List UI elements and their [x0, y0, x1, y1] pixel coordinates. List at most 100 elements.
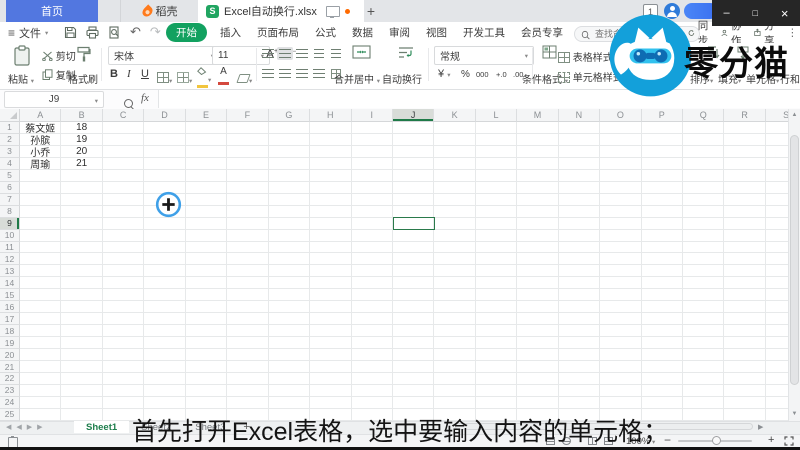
- minimize-button[interactable]: –: [723, 7, 729, 19]
- grid-cell-A22[interactable]: [20, 373, 62, 385]
- grid-cell-I12[interactable]: [351, 253, 393, 266]
- grid-cell-D3[interactable]: [144, 145, 186, 158]
- grid-cell-B12[interactable]: [61, 253, 103, 266]
- grid-cell-N3[interactable]: [558, 145, 601, 158]
- grid-cell-K9[interactable]: [434, 217, 476, 230]
- zoom-in-button[interactable]: +: [768, 434, 774, 446]
- grid-cell-M20[interactable]: [517, 349, 559, 362]
- spreadsheet-grid[interactable]: A B C D E F G H I J K L M N O P Q R S 1 蔡文姬 18 2 孙膑 19 3 小乔 20 4 周瑜 21…: [0, 109, 788, 421]
- grid-cell-N12[interactable]: [558, 253, 601, 266]
- grid-cell-P20[interactable]: [641, 349, 683, 362]
- decrease-indent-button[interactable]: [311, 47, 327, 60]
- grid-cell-S24[interactable]: [765, 397, 788, 409]
- grid-cell-H16[interactable]: [310, 301, 352, 314]
- row-header-17[interactable]: 17: [0, 313, 20, 326]
- grid-cell-M24[interactable]: [517, 396, 559, 409]
- grid-cell-P8[interactable]: [641, 205, 683, 218]
- grid-cell-C7[interactable]: [102, 193, 145, 206]
- grid-cell-A13[interactable]: [20, 265, 62, 278]
- grid-cell-A12[interactable]: [20, 253, 62, 266]
- grid-cell-A11[interactable]: [20, 241, 62, 254]
- grid-cell-H17[interactable]: [310, 313, 352, 326]
- column-header-O[interactable]: O: [600, 109, 642, 122]
- grid-cell-L11[interactable]: [475, 241, 518, 254]
- grid-cell-J1[interactable]: [392, 122, 435, 134]
- column-header-S[interactable]: S: [765, 109, 788, 122]
- grid-cell-N19[interactable]: [558, 337, 601, 350]
- grid-cell-E10[interactable]: [185, 229, 228, 242]
- grid-cell-A8[interactable]: [20, 205, 62, 218]
- grid-cell-A25[interactable]: [20, 408, 62, 421]
- menu-tab-页面布局[interactable]: 页面布局: [254, 23, 302, 42]
- grid-cell-Q24[interactable]: [683, 396, 725, 409]
- grid-cell-S13[interactable]: [765, 265, 788, 278]
- grid-cell-N13[interactable]: [558, 265, 601, 278]
- grid-cell-H11[interactable]: [310, 241, 352, 254]
- grid-cell-L13[interactable]: [475, 265, 518, 278]
- grid-cell-R10[interactable]: [724, 229, 766, 242]
- grid-cell-B2[interactable]: 19: [61, 133, 103, 146]
- redo-button[interactable]: ↷: [150, 24, 161, 40]
- grid-cell-B11[interactable]: [61, 241, 103, 254]
- grid-cell-J24[interactable]: [392, 396, 435, 409]
- grid-cell-D9[interactable]: [144, 217, 186, 230]
- grid-cell-K24[interactable]: [434, 396, 476, 409]
- grid-cell-C12[interactable]: [102, 253, 145, 266]
- merge-center-button[interactable]: 合并居中 ▾: [334, 71, 380, 86]
- menu-tab-审阅[interactable]: 审阅: [386, 23, 413, 42]
- grid-cell-G11[interactable]: [268, 241, 311, 254]
- format-painter-icon[interactable]: [76, 46, 91, 63]
- grid-cell-M6[interactable]: [517, 181, 559, 194]
- font-name-select[interactable]: 宋体▾: [108, 46, 220, 65]
- row-header-14[interactable]: 14: [0, 277, 20, 290]
- presentation-mode-icon[interactable]: [325, 5, 340, 18]
- grid-cell-H6[interactable]: [310, 181, 352, 194]
- column-header-G[interactable]: G: [268, 109, 311, 122]
- grid-cell-Q9[interactable]: [683, 217, 725, 230]
- grid-cell-I4[interactable]: [351, 157, 393, 170]
- grid-cell-S23[interactable]: [765, 385, 788, 397]
- grid-cell-N7[interactable]: [558, 193, 601, 206]
- grid-cell-H12[interactable]: [310, 253, 352, 266]
- grid-cell-R18[interactable]: [724, 325, 766, 338]
- column-header-H[interactable]: H: [310, 109, 352, 122]
- grid-cell-C21[interactable]: [102, 361, 145, 374]
- grid-cell-N20[interactable]: [558, 349, 601, 362]
- column-header-A[interactable]: A: [20, 109, 62, 122]
- align-left-button[interactable]: [260, 67, 276, 80]
- grid-cell-I1[interactable]: [351, 122, 393, 134]
- grid-cell-J14[interactable]: [392, 277, 435, 290]
- print-preview-icon[interactable]: [108, 25, 121, 39]
- format-painter-button[interactable]: 格式刷: [68, 71, 98, 86]
- maximize-button[interactable]: □: [753, 8, 758, 18]
- grid-cell-C16[interactable]: [102, 301, 145, 314]
- grid-cell-K13[interactable]: [434, 265, 476, 278]
- grid-cell-I23[interactable]: [351, 384, 393, 397]
- grid-cell-O1[interactable]: [600, 122, 642, 134]
- grid-cell-C23[interactable]: [102, 384, 145, 397]
- merge-center-icon[interactable]: [352, 45, 371, 59]
- grid-cell-C19[interactable]: [102, 337, 145, 350]
- menu-tab-公式[interactable]: 公式: [312, 23, 339, 42]
- cut-button[interactable]: 剪切: [42, 48, 76, 63]
- grid-cell-N6[interactable]: [558, 181, 601, 194]
- row-header-25[interactable]: 25: [0, 408, 20, 421]
- grid-cell-S6[interactable]: [765, 182, 788, 194]
- grid-cell-F7[interactable]: [227, 193, 269, 206]
- menu-tab-会员专享[interactable]: 会员专享: [518, 23, 566, 42]
- grid-cell-H7[interactable]: [310, 193, 352, 206]
- grid-cell-F2[interactable]: [227, 133, 269, 146]
- grid-cell-F17[interactable]: [227, 313, 269, 326]
- grid-cell-M15[interactable]: [517, 289, 559, 302]
- draw-border-button[interactable]: ▾: [177, 70, 192, 88]
- grid-cell-C10[interactable]: [102, 229, 145, 242]
- grid-cell-N2[interactable]: [558, 133, 601, 146]
- number-format-select[interactable]: 常规 ▾: [434, 46, 534, 65]
- grid-cell-D14[interactable]: [144, 277, 186, 290]
- grid-cell-K8[interactable]: [434, 205, 476, 218]
- grid-cell-L18[interactable]: [475, 325, 518, 338]
- grid-cell-G20[interactable]: [268, 349, 311, 362]
- grid-cell-R11[interactable]: [724, 241, 766, 254]
- grid-cell-G4[interactable]: [268, 157, 311, 170]
- grid-cell-R24[interactable]: [724, 396, 766, 409]
